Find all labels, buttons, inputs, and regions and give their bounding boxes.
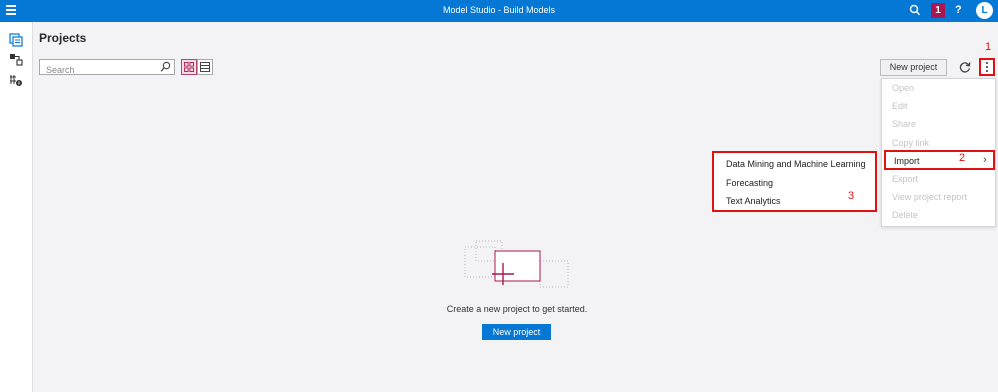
new-project-button[interactable]: New project <box>482 324 551 340</box>
empty-state-message: Create a new project to get started. <box>446 304 588 314</box>
chevron-right-icon: › <box>983 154 987 166</box>
submenu-item-text-analytics[interactable]: Text Analytics <box>726 196 781 206</box>
refresh-icon[interactable] <box>958 60 972 74</box>
submenu-item-data-mining[interactable]: Data Mining and Machine Learning <box>726 159 866 169</box>
grid-view-icon <box>184 62 194 72</box>
annotation-1: 1 <box>985 41 992 53</box>
menu-item-open: Open <box>892 83 915 93</box>
notification-badge[interactable]: 1 <box>931 3 945 18</box>
menu-item-export: Export <box>892 174 919 184</box>
new-project-illustration-icon <box>464 240 569 288</box>
more-options-icon[interactable] <box>979 58 995 76</box>
search-field[interactable] <box>39 59 175 77</box>
pipelines-icon[interactable] <box>6 52 26 68</box>
user-avatar[interactable]: L <box>976 2 993 19</box>
menu-item-copy-link: Copy link <box>892 138 930 148</box>
left-rail <box>0 22 33 392</box>
grid-view-button[interactable] <box>181 59 197 75</box>
menu-item-edit: Edit <box>892 101 908 111</box>
submenu-item-forecasting[interactable]: Forecasting <box>726 178 773 188</box>
app-header: Model Studio - Build Models 1 ? L <box>0 0 998 22</box>
page-title: Projects <box>39 31 87 45</box>
menu-item-view-project-report: View project report <box>892 192 967 202</box>
annotation-2: 2 <box>959 152 966 164</box>
menu-item-share: Share <box>892 119 917 129</box>
menu-item-import-label: Import <box>894 156 920 166</box>
search-input[interactable] <box>40 63 155 77</box>
exchange-icon[interactable] <box>6 72 26 88</box>
menu-item-delete: Delete <box>892 210 919 220</box>
import-submenu: Data Mining and Machine Learning Forecas… <box>712 151 877 212</box>
menu-item-import[interactable]: Import › <box>884 150 995 170</box>
help-icon[interactable]: ? <box>955 4 962 16</box>
list-view-icon <box>200 62 210 72</box>
annotation-3: 3 <box>848 190 855 202</box>
app-title: Model Studio - Build Models <box>442 5 556 15</box>
new-project-toolbar-button[interactable]: New project <box>880 59 947 76</box>
list-view-button[interactable] <box>197 59 213 75</box>
search-icon[interactable] <box>160 61 171 73</box>
search-icon[interactable] <box>909 4 921 18</box>
projects-icon[interactable] <box>6 32 26 48</box>
